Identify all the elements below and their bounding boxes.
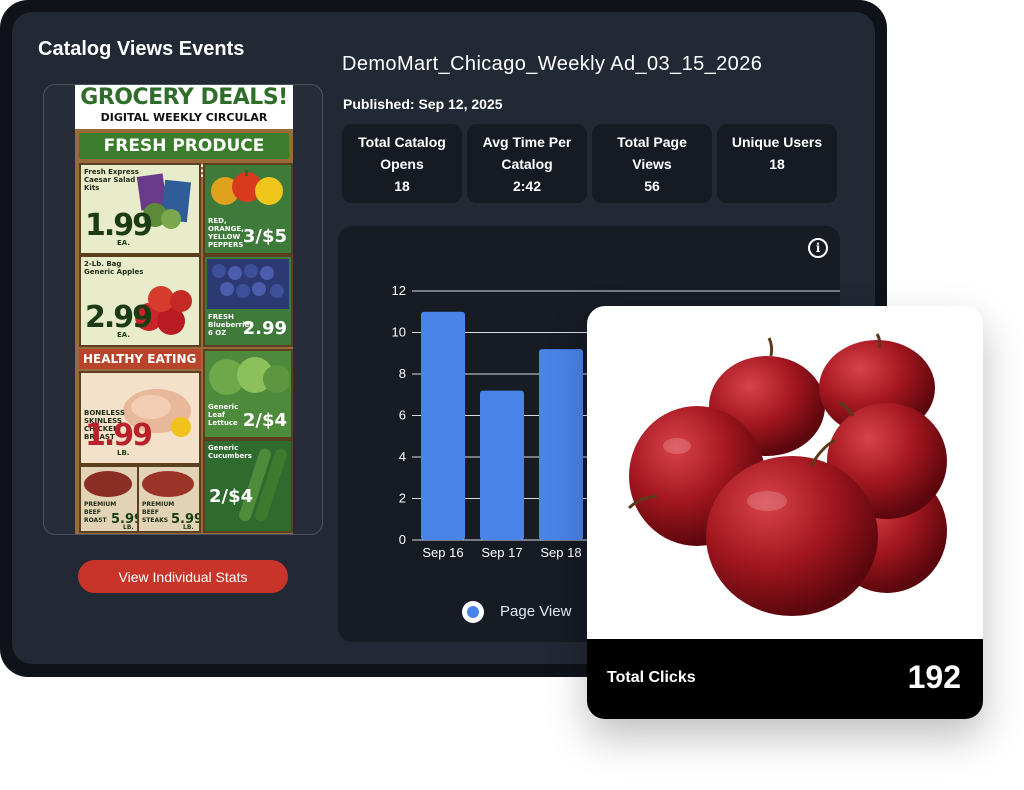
flyer-tile-unit: LB. xyxy=(123,524,134,531)
flyer-healthy-banner: HEALTHY EATING xyxy=(79,349,201,369)
flyer-tile-label: 2-Lb. Bag Generic Apples xyxy=(84,260,144,276)
stat-label: Avg Time Per Catalog xyxy=(482,134,572,172)
catalog-thumbnail-frame[interactable]: GROCERY DEALS! DIGITAL WEEKLY CIRCULAR F… xyxy=(43,84,323,535)
stat-card-total-page-views: Total Page Views 56 xyxy=(592,124,712,203)
stat-card-avg-time-per-catalog: Avg Time Per Catalog 2:42 xyxy=(467,124,587,203)
y-tick-label: 4 xyxy=(399,449,406,464)
flyer-tile-blueberries: FRESH Blueberries 6 OZ 2.99 xyxy=(203,255,293,347)
bar-sep-17[interactable] xyxy=(480,390,524,540)
catalog-flyer-image: GROCERY DEALS! DIGITAL WEEKLY CIRCULAR F… xyxy=(75,85,293,534)
flyer-produce-banner: FRESH PRODUCE SALE xyxy=(79,133,289,182)
flyer-tile-deal: 3/$5 xyxy=(242,226,287,247)
flyer-tile-lettuce: Generic Leaf Lettuce 2/$4 xyxy=(203,349,293,439)
bar-sep-18[interactable] xyxy=(539,349,583,540)
flyer-header: GROCERY DEALS! DIGITAL WEEKLY CIRCULAR xyxy=(75,85,293,129)
stat-label: Total Page Views xyxy=(617,134,687,172)
stat-label: Unique Users xyxy=(731,134,823,150)
beef-roast-image xyxy=(84,471,132,497)
y-tick-label: 10 xyxy=(392,325,406,340)
stat-label: Total Catalog Opens xyxy=(358,134,446,172)
flyer-tile-chicken: BONELESS SKINLESS CHICKEN BREAST 1.99 LB… xyxy=(79,371,201,465)
total-clicks-value: 192 xyxy=(907,659,961,695)
flyer-tile-label: PREMIUM BEEF STEAKS xyxy=(142,501,175,524)
x-tick-label: Sep 18 xyxy=(540,545,581,560)
y-tick-label: 12 xyxy=(392,283,406,298)
flyer-tile-peppers: RED, ORANGE, YELLOW PEPPERS 3/$5 xyxy=(203,163,293,255)
flyer-tile-label: PREMIUM BEEF ROAST xyxy=(84,501,117,524)
flyer-tile-cucumbers: Generic Cucumbers 2/$4 xyxy=(203,439,293,533)
flyer-subhead: DIGITAL WEEKLY CIRCULAR xyxy=(100,111,268,124)
flyer-tile-apples: 2-Lb. Bag Generic Apples 2.99 EA. xyxy=(79,255,201,347)
flyer-tile-deal: 2/$4 xyxy=(242,410,287,431)
total-clicks-footer: Total Clicks 192 xyxy=(587,639,983,719)
published-date: Published: Sep 12, 2025 xyxy=(343,96,503,112)
y-tick-label: 8 xyxy=(399,366,406,381)
stat-value: 18 xyxy=(769,156,785,172)
flyer-tile-deal: 2/$4 xyxy=(209,486,254,507)
legend-radio-icon xyxy=(462,601,484,623)
blueberries-image xyxy=(207,259,289,309)
flyer-tile-roast: PREMIUM BEEF ROAST 5.99 LB. xyxy=(79,465,139,533)
stat-cards: Total Catalog Opens 18 Avg Time Per Cata… xyxy=(342,124,838,203)
flyer-headline: GROCERY DEALS! xyxy=(80,85,288,110)
red-apples-image xyxy=(627,333,947,616)
flyer-tile-price: 1.99 xyxy=(85,418,153,453)
product-card[interactable]: Total Clicks 192 xyxy=(587,306,983,719)
flyer-tile-price: 2.99 xyxy=(85,300,153,335)
flyer-tile-label: Generic Leaf Lettuce xyxy=(208,403,239,427)
flyer-tile-unit: EA. xyxy=(117,331,130,339)
view-individual-stats-button[interactable]: View Individual Stats xyxy=(78,560,288,593)
y-tick-label: 0 xyxy=(399,532,406,547)
legend-label: Page View xyxy=(500,603,572,620)
x-tick-label: Sep 16 xyxy=(422,545,463,560)
y-tick-label: 2 xyxy=(399,491,406,506)
peppers-image xyxy=(211,170,283,205)
stat-card-unique-users: Unique Users 18 xyxy=(717,124,837,203)
y-tick-label: 6 xyxy=(399,408,406,423)
flyer-tile-unit: LB. xyxy=(183,524,194,531)
flyer-tile-deal: 2.99 xyxy=(242,318,287,339)
stat-card-total-catalog-opens: Total Catalog Opens 18 xyxy=(342,124,462,203)
beef-steaks-image xyxy=(142,471,194,497)
flyer-tile-unit: LB. xyxy=(117,449,130,457)
lettuce-image xyxy=(209,357,289,395)
stat-value: 2:42 xyxy=(512,178,542,194)
cucumbers-image xyxy=(239,448,287,522)
flyer-tile-unit: EA. xyxy=(117,239,130,247)
total-clicks-label: Total Clicks xyxy=(607,669,696,686)
x-tick-label: Sep 17 xyxy=(481,545,522,560)
flyer-tile-price: 1.99 xyxy=(85,208,153,243)
stat-value: 56 xyxy=(644,178,660,194)
catalog-name: DemoMart_Chicago_Weekly Ad_03_15_2026 xyxy=(342,53,763,75)
panel-title: Catalog Views Events xyxy=(38,38,245,60)
stat-value: 18 xyxy=(394,178,410,194)
bar-sep-16[interactable] xyxy=(421,311,465,540)
flyer-tile-steaks: PREMIUM BEEF STEAKS 5.99 LB. xyxy=(137,465,201,533)
flyer-tile-salad: Fresh Express Caesar Salad Kits 1.99 EA. xyxy=(79,163,201,255)
